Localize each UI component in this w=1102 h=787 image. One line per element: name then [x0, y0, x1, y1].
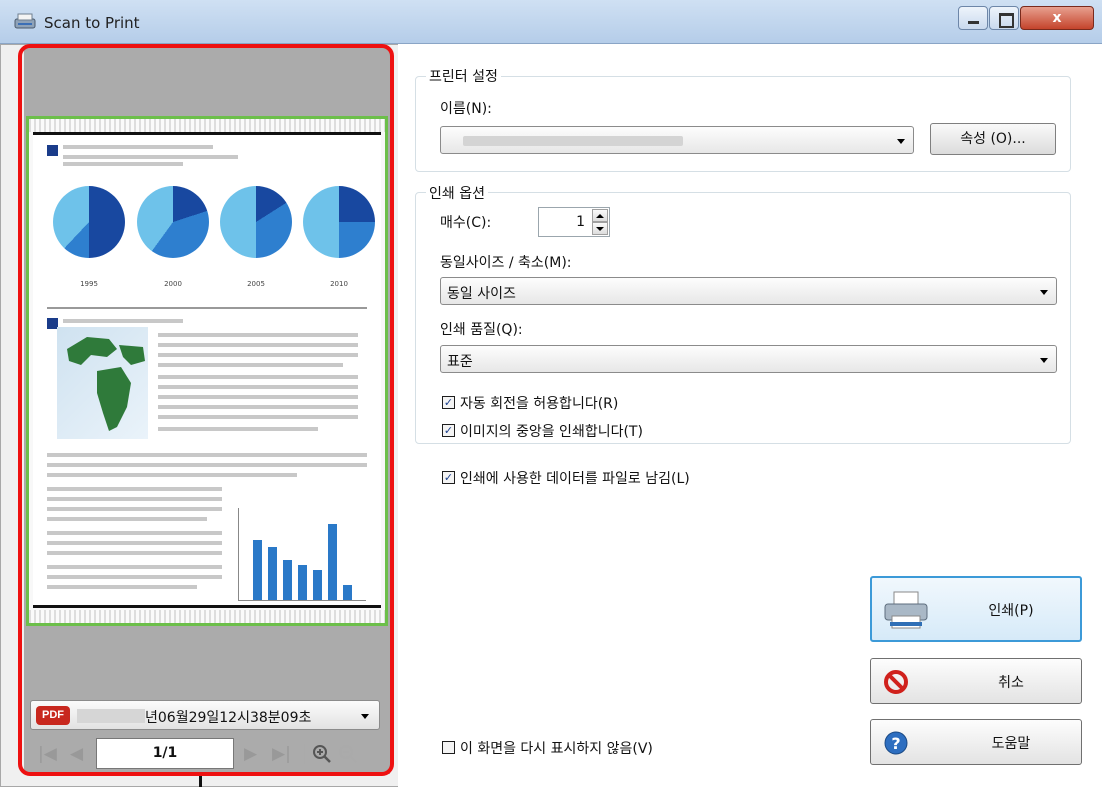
quality-value: 표준: [447, 354, 473, 370]
printer-properties-button[interactable]: 속성 (O)...: [930, 123, 1056, 155]
printer-name-label: 이름(N):: [440, 101, 492, 117]
window-title: Scan to Print: [44, 14, 140, 32]
scale-select[interactable]: 동일 사이즈: [440, 277, 1057, 305]
scale-value: 동일 사이즈: [447, 286, 516, 302]
copies-label: 매수(C):: [440, 215, 492, 231]
dont-show-again-checkbox[interactable]: [442, 741, 455, 754]
preview-highlight-frame: [18, 44, 394, 776]
printer-icon: [884, 591, 928, 629]
auto-rotate-label[interactable]: 자동 회전을 허용합니다(R): [460, 393, 618, 413]
print-options-title: 인쇄 옵션: [426, 183, 488, 203]
cancel-button-label: 취소: [998, 675, 1024, 691]
svg-text:?: ?: [891, 734, 900, 753]
close-button[interactable]: x: [1020, 6, 1094, 30]
spinner-buttons: [592, 209, 608, 235]
center-image-checkbox[interactable]: ✓: [442, 424, 455, 437]
printer-settings-title: 프린터 설정: [426, 66, 501, 86]
quality-label: 인쇄 품질(Q):: [440, 322, 523, 338]
scanner-app-icon: [14, 13, 36, 29]
quality-select[interactable]: 표준: [440, 345, 1057, 373]
maximize-button[interactable]: [989, 6, 1019, 30]
callout-pointer: [199, 776, 202, 787]
title-bar: Scan to Print x: [0, 0, 1102, 44]
chevron-down-icon: [1040, 290, 1048, 295]
redacted-printer-name: [463, 136, 683, 146]
auto-rotate-checkbox[interactable]: ✓: [442, 396, 455, 409]
copies-spinner[interactable]: 1: [538, 207, 610, 237]
print-button-label: 인쇄(P): [988, 603, 1034, 619]
help-button-label: 도움말: [991, 736, 1031, 752]
keep-data-label[interactable]: 인쇄에 사용한 데이터를 파일로 남김(L): [460, 468, 690, 488]
center-image-label[interactable]: 이미지의 중앙을 인쇄합니다(T): [460, 421, 643, 441]
chevron-down-icon: [1040, 358, 1048, 363]
print-button[interactable]: 인쇄(P): [870, 576, 1082, 642]
increment-button[interactable]: [592, 209, 608, 222]
keep-data-checkbox[interactable]: ✓: [442, 471, 455, 484]
copies-value: 1: [576, 214, 585, 230]
help-icon: ?: [884, 731, 908, 755]
dont-show-again-label[interactable]: 이 화면을 다시 표시하지 않음(V): [460, 738, 653, 758]
cancel-button[interactable]: 취소: [870, 658, 1082, 704]
help-button[interactable]: ? 도움말: [870, 719, 1082, 765]
printer-name-select[interactable]: [440, 126, 914, 154]
decrement-button[interactable]: [592, 222, 608, 235]
scale-label: 동일사이즈 / 축소(M):: [440, 255, 572, 271]
chevron-down-icon: [897, 139, 905, 144]
minimize-button[interactable]: [958, 6, 988, 30]
cancel-icon: [884, 670, 908, 694]
